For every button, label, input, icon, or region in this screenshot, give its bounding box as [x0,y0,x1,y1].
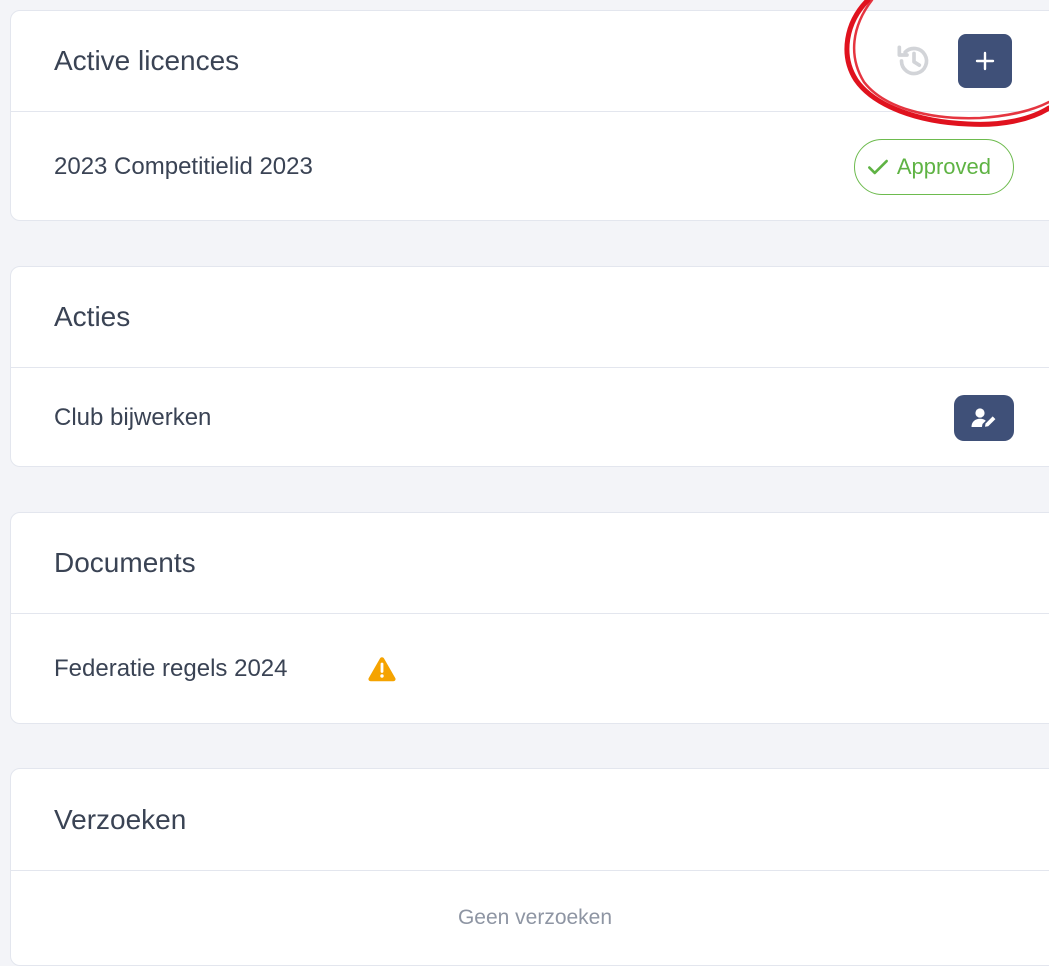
requests-header: Verzoeken [11,769,1049,871]
actions-title: Acties [54,301,131,332]
document-row[interactable]: Federatie regels 2024 [11,614,1049,723]
plus-icon [975,51,995,71]
requests-empty-label: Geen verzoeken [457,906,613,929]
user-edit-icon [971,407,996,427]
approved-label: Approved [896,153,991,179]
club-update-button[interactable] [954,394,1014,441]
actions-card: Acties Club bijwerken [10,266,1049,467]
documents-title: Documents [54,547,196,578]
add-licence-button[interactable] [958,34,1012,88]
club-update-label: Club bijwerken [54,403,212,431]
licence-name: 2023 Competitielid 2023 [54,152,313,180]
actions-header: Acties [11,267,1049,368]
documents-header: Documents [11,513,1049,614]
licence-row: 2023 Competitielid 2023 Approved [11,112,1049,220]
licences-header-actions [894,34,1012,88]
requests-empty: Geen verzoeken [11,871,1049,965]
check-icon [867,159,888,174]
requests-card: Verzoeken Geen verzoeken [10,768,1049,966]
warning-icon [367,655,397,683]
document-name[interactable]: Federatie regels 2024 [54,655,287,683]
documents-card: Documents Federatie regels 2024 [10,512,1049,724]
actions-row: Club bijwerken [11,368,1049,466]
approved-badge: Approved [853,138,1014,195]
page: Active licences 2023 Competitielid 2023 … [0,0,1049,966]
licences-title: Active licences [54,45,240,76]
licences-card: Active licences 2023 Competitielid 2023 … [10,10,1049,221]
requests-title: Verzoeken [54,803,187,835]
licences-header: Active licences [11,11,1049,112]
history-icon[interactable] [894,41,934,81]
